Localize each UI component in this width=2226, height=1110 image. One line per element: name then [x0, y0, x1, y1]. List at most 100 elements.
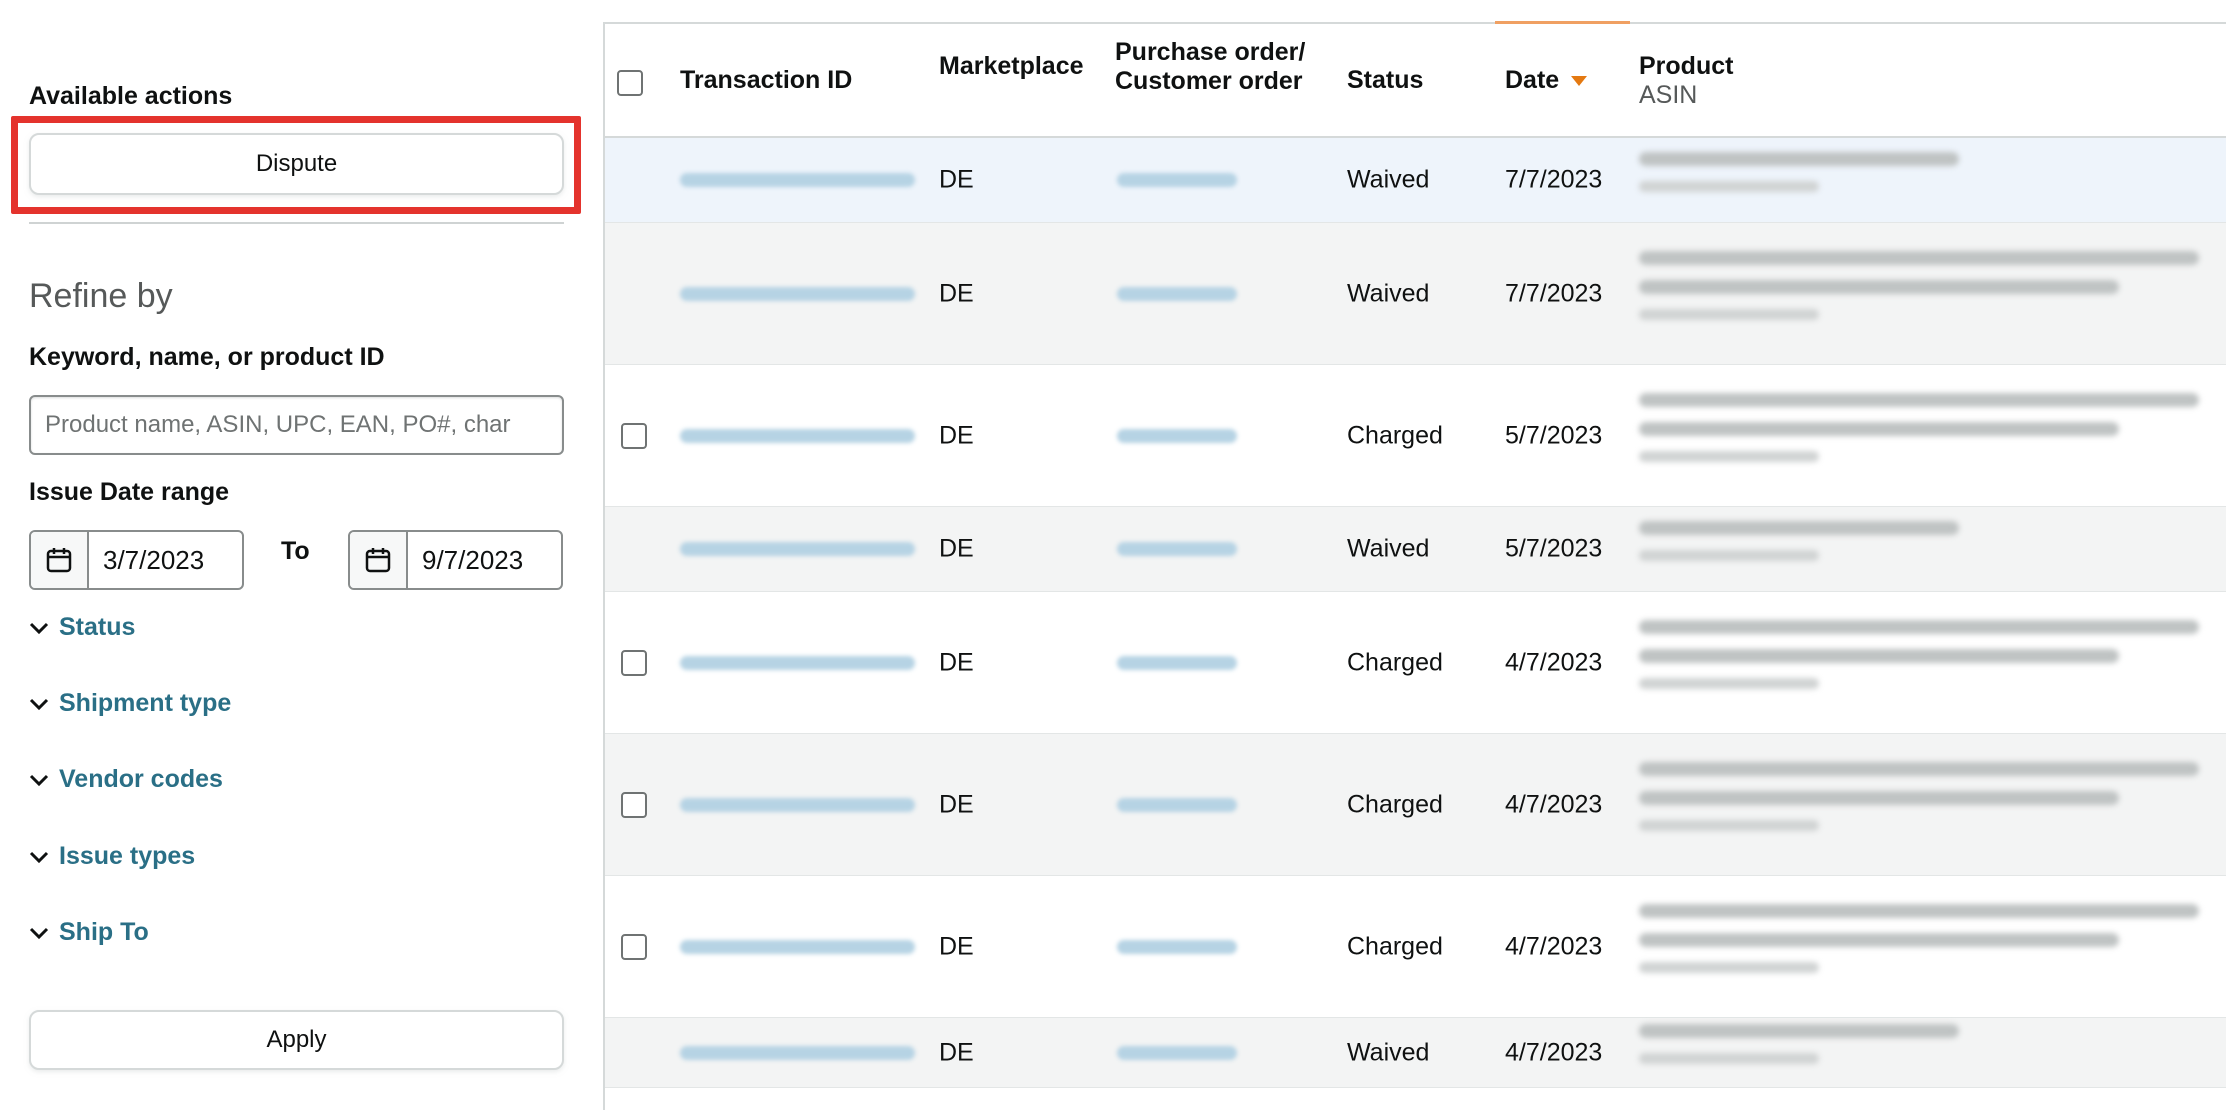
redacted-text-line [1639, 250, 2199, 265]
transaction-id-link-redacted[interactable] [680, 655, 915, 670]
header-date-label: Date [1505, 66, 1560, 94]
row-checkbox[interactable] [621, 650, 647, 676]
cell-status: Charged [1347, 648, 1443, 676]
cell-date: 4/7/2023 [1505, 1038, 1603, 1066]
date-from-value[interactable]: 3/7/2023 [89, 532, 242, 588]
product-description-redacted [1639, 392, 2199, 477]
redacted-text-line [1639, 151, 1959, 166]
transaction-id-link-redacted[interactable] [680, 173, 915, 187]
cell-status: Charged [1347, 790, 1443, 818]
table-row[interactable]: DE Waived 7/7/2023 [605, 223, 2226, 365]
cell-marketplace: DE [939, 648, 974, 676]
filter-label[interactable]: Vendor codes [59, 765, 223, 794]
sorted-column-indicator [1495, 21, 1630, 24]
redacted-text-line [1639, 819, 1819, 831]
transaction-id-link-redacted[interactable] [680, 1045, 915, 1060]
table-row[interactable]: DE Waived 7/7/2023 [605, 138, 2226, 223]
header-product[interactable]: Product ASIN [1639, 52, 1733, 110]
chevron-down-icon [29, 846, 51, 868]
filter-label[interactable]: Issue types [59, 842, 195, 871]
filter-vendor-codes[interactable]: Vendor codes [29, 765, 223, 794]
date-to-value[interactable]: 9/7/2023 [408, 532, 561, 588]
transaction-id-link-redacted[interactable] [680, 797, 915, 812]
redacted-text-line [1639, 761, 2199, 776]
cell-marketplace: DE [939, 534, 974, 563]
redacted-text-line [1639, 421, 2119, 436]
keyword-label: Keyword, name, or product ID [29, 343, 385, 371]
product-description-redacted [1639, 761, 2199, 846]
transaction-id-link-redacted[interactable] [680, 939, 915, 954]
filter-label[interactable]: Status [59, 613, 135, 642]
table-row[interactable]: DE Waived 4/7/2023 [605, 1018, 2226, 1088]
select-all-checkbox[interactable] [617, 70, 643, 96]
filter-issue-types[interactable]: Issue types [29, 842, 195, 871]
purchase-order-link-redacted[interactable] [1117, 655, 1237, 670]
purchase-order-link-redacted[interactable] [1117, 428, 1237, 443]
cell-status: Charged [1347, 932, 1443, 960]
table-row[interactable]: DE Charged 4/7/2023 [605, 592, 2226, 734]
table-row[interactable]: DE Charged 5/7/2023 [605, 365, 2226, 507]
chevron-down-icon [29, 617, 51, 639]
header-product-asin: ASIN [1639, 81, 1698, 109]
redacted-text-line [1639, 790, 2119, 805]
header-po-line2: Customer order [1115, 67, 1303, 95]
transactions-table: Transaction ID Marketplace Purchase orde… [603, 21, 2226, 1110]
cell-marketplace: DE [939, 790, 974, 818]
chevron-down-icon [29, 693, 51, 715]
cell-status: Waived [1347, 165, 1430, 194]
cell-marketplace: DE [939, 421, 974, 449]
cell-marketplace: DE [939, 279, 974, 307]
filter-ship-to[interactable]: Ship To [29, 918, 149, 947]
header-po-line1: Purchase order/ [1115, 38, 1306, 66]
date-to-field[interactable]: 9/7/2023 [348, 530, 563, 590]
table-row[interactable]: DE Charged 4/7/2023 [605, 876, 2226, 1018]
row-checkbox[interactable] [621, 934, 647, 960]
filter-label[interactable]: Shipment type [59, 689, 231, 718]
cell-status: Waived [1347, 1038, 1430, 1066]
header-transaction-id[interactable]: Transaction ID [680, 66, 852, 95]
calendar-icon[interactable] [350, 532, 408, 588]
table-row[interactable]: DE Charged 4/7/2023 [605, 734, 2226, 876]
header-date[interactable]: Date [1505, 66, 1588, 95]
filter-shipment-type[interactable]: Shipment type [29, 689, 231, 718]
purchase-order-link-redacted[interactable] [1117, 797, 1237, 812]
header-marketplace[interactable]: Marketplace [939, 52, 1084, 81]
apply-button[interactable]: Apply [29, 1010, 564, 1070]
row-checkbox[interactable] [621, 423, 647, 449]
table-header: Transaction ID Marketplace Purchase orde… [605, 21, 2226, 138]
filter-label[interactable]: Ship To [59, 918, 149, 947]
transaction-id-link-redacted[interactable] [680, 542, 915, 556]
cell-status: Charged [1347, 421, 1443, 449]
filter-status[interactable]: Status [29, 613, 135, 642]
product-description-redacted [1639, 903, 2199, 988]
redacted-text-line [1639, 677, 1819, 689]
purchase-order-link-redacted[interactable] [1117, 173, 1237, 187]
transaction-id-link-redacted[interactable] [680, 286, 915, 301]
redacted-text-line [1639, 961, 1819, 973]
keyword-search-input[interactable] [29, 395, 564, 455]
cell-date: 4/7/2023 [1505, 932, 1603, 960]
calendar-icon[interactable] [31, 532, 89, 588]
header-status[interactable]: Status [1347, 66, 1423, 95]
purchase-order-link-redacted[interactable] [1117, 939, 1237, 954]
product-description-redacted [1639, 619, 2199, 704]
purchase-order-link-redacted[interactable] [1117, 286, 1237, 301]
table-row[interactable]: DE Waived 5/7/2023 [605, 507, 2226, 592]
cell-marketplace: DE [939, 1038, 974, 1066]
redacted-text-line [1639, 1053, 1819, 1064]
row-checkbox[interactable] [621, 792, 647, 818]
header-product-label: Product [1639, 52, 1734, 80]
transaction-id-link-redacted[interactable] [680, 428, 915, 443]
dispute-button[interactable]: Dispute [29, 133, 564, 195]
available-actions-label: Available actions [29, 82, 233, 110]
purchase-order-link-redacted[interactable] [1117, 1045, 1237, 1060]
header-purchase-order[interactable]: Purchase order/ Customer order [1115, 38, 1305, 96]
date-from-field[interactable]: 3/7/2023 [29, 530, 244, 590]
product-description-redacted [1639, 1024, 2199, 1079]
purchase-order-link-redacted[interactable] [1117, 542, 1237, 556]
product-description-redacted [1639, 520, 2199, 576]
refine-by-title: Refine by [29, 277, 173, 315]
issue-date-range-label: Issue Date range [29, 478, 230, 506]
redacted-text-line [1639, 903, 2199, 918]
chevron-down-icon [29, 922, 51, 944]
